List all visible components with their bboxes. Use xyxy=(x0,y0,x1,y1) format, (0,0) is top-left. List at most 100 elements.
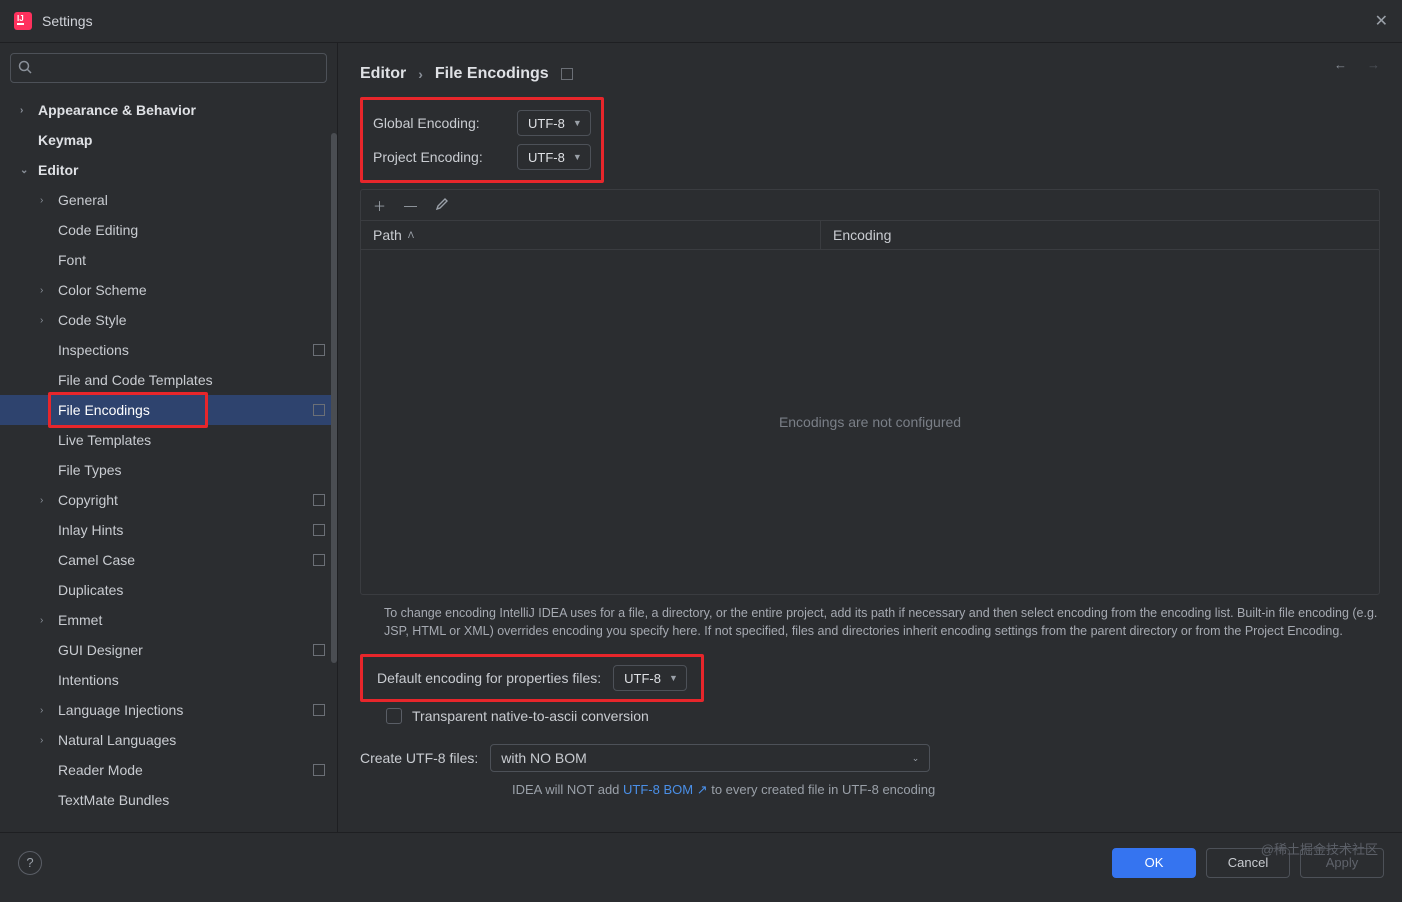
sidebar-item-editor[interactable]: ⌄Editor xyxy=(0,155,337,185)
chevron-down-icon: ▼ xyxy=(669,673,678,683)
sidebar-item-label: GUI Designer xyxy=(58,642,143,658)
create-utf8-dropdown[interactable]: with NO BOM ⌄ xyxy=(490,744,930,772)
global-encoding-value: UTF-8 xyxy=(528,116,565,131)
chevron-icon: › xyxy=(40,705,58,716)
create-utf8-label: Create UTF-8 files: xyxy=(360,750,478,766)
back-icon[interactable]: ← xyxy=(1334,57,1347,72)
column-path[interactable]: Path ᐱ xyxy=(361,221,821,249)
scope-marker-icon xyxy=(561,68,573,80)
sidebar-item-file-types[interactable]: File Types xyxy=(0,455,337,485)
chevron-icon: › xyxy=(40,285,58,296)
create-utf8-value: with NO BOM xyxy=(501,750,587,766)
scrollbar[interactable] xyxy=(331,133,337,663)
bom-hint-pre: IDEA will NOT add xyxy=(512,782,623,797)
sidebar-item-appearance-behavior[interactable]: ›Appearance & Behavior xyxy=(0,95,337,125)
sidebar-item-label: Appearance & Behavior xyxy=(38,102,196,118)
sidebar-item-reader-mode[interactable]: Reader Mode xyxy=(0,755,337,785)
sidebar-item-label: Camel Case xyxy=(58,552,135,568)
global-encoding-dropdown[interactable]: UTF-8 ▼ xyxy=(517,110,591,136)
sidebar-item-keymap[interactable]: Keymap xyxy=(0,125,337,155)
sidebar-item-file-and-code-templates[interactable]: File and Code Templates xyxy=(0,365,337,395)
chevron-icon: › xyxy=(20,105,38,116)
sidebar-item-label: Keymap xyxy=(38,132,92,148)
chevron-icon: ⌄ xyxy=(20,165,38,176)
sidebar-item-emmet[interactable]: ›Emmet xyxy=(0,605,337,635)
chevron-icon: › xyxy=(40,195,58,206)
sidebar-item-gui-designer[interactable]: GUI Designer xyxy=(0,635,337,665)
settings-tree: ›Appearance & BehaviorKeymap⌄Editor›Gene… xyxy=(0,91,337,832)
sidebar-item-label: Language Injections xyxy=(58,702,183,718)
ok-button[interactable]: OK xyxy=(1112,848,1196,878)
encoding-highlight-box: Global Encoding: UTF-8 ▼ Project Encodin… xyxy=(360,97,604,183)
sidebar-item-natural-languages[interactable]: ›Natural Languages xyxy=(0,725,337,755)
window-title: Settings xyxy=(42,13,93,29)
sort-asc-icon: ᐱ xyxy=(408,230,414,241)
close-icon[interactable]: ✕ xyxy=(1375,11,1388,31)
column-path-label: Path xyxy=(373,227,402,243)
search-icon xyxy=(17,59,33,78)
scope-marker-icon xyxy=(313,644,325,656)
sidebar-item-textmate-bundles[interactable]: TextMate Bundles xyxy=(0,785,337,815)
bom-link[interactable]: UTF-8 BOM ↗ xyxy=(623,782,708,797)
properties-encoding-label: Default encoding for properties files: xyxy=(377,670,601,686)
transparent-checkbox[interactable] xyxy=(386,708,402,724)
chevron-icon: › xyxy=(40,315,58,326)
encoding-table: ＋ — Path ᐱ Encoding Encodings are not co… xyxy=(360,189,1380,595)
project-encoding-value: UTF-8 xyxy=(528,150,565,165)
sidebar-item-label: Copyright xyxy=(58,492,118,508)
titlebar: IJ Settings ✕ xyxy=(0,0,1402,42)
scope-marker-icon xyxy=(313,404,325,416)
add-icon[interactable]: ＋ xyxy=(373,196,386,215)
sidebar-item-duplicates[interactable]: Duplicates xyxy=(0,575,337,605)
sidebar-item-inlay-hints[interactable]: Inlay Hints xyxy=(0,515,337,545)
sidebar-item-inspections[interactable]: Inspections xyxy=(0,335,337,365)
scope-marker-icon xyxy=(313,704,325,716)
sidebar-item-language-injections[interactable]: ›Language Injections xyxy=(0,695,337,725)
sidebar-item-file-encodings[interactable]: File Encodings xyxy=(0,395,337,425)
search-input[interactable] xyxy=(10,53,327,83)
sidebar-item-font[interactable]: Font xyxy=(0,245,337,275)
properties-highlight-box: Default encoding for properties files: U… xyxy=(360,654,704,702)
sidebar-item-code-editing[interactable]: Code Editing xyxy=(0,215,337,245)
chevron-icon: › xyxy=(40,495,58,506)
table-empty-text: Encodings are not configured xyxy=(361,250,1379,594)
sidebar-item-code-style[interactable]: ›Code Style xyxy=(0,305,337,335)
chevron-icon: › xyxy=(40,615,58,626)
scope-marker-icon xyxy=(313,554,325,566)
sidebar-item-label: General xyxy=(58,192,108,208)
breadcrumb: Editor › File Encodings xyxy=(360,57,1380,91)
transparent-label: Transparent native-to-ascii conversion xyxy=(412,708,649,724)
properties-encoding-dropdown[interactable]: UTF-8 ▼ xyxy=(613,665,687,691)
project-encoding-dropdown[interactable]: UTF-8 ▼ xyxy=(517,144,591,170)
remove-icon[interactable]: — xyxy=(404,198,417,213)
sidebar-item-label: Font xyxy=(58,252,86,268)
sidebar-item-live-templates[interactable]: Live Templates xyxy=(0,425,337,455)
chevron-icon: › xyxy=(40,735,58,746)
sidebar-item-label: Intentions xyxy=(58,672,119,688)
sidebar-item-label: File Encodings xyxy=(58,402,150,418)
breadcrumb-current: File Encodings xyxy=(435,65,549,83)
sidebar-item-general[interactable]: ›General xyxy=(0,185,337,215)
column-encoding[interactable]: Encoding xyxy=(821,227,891,243)
scope-marker-icon xyxy=(313,494,325,506)
help-icon[interactable]: ? xyxy=(18,851,42,875)
sidebar-item-label: Code Style xyxy=(58,312,126,328)
forward-icon: → xyxy=(1367,57,1380,72)
global-encoding-label: Global Encoding: xyxy=(373,115,505,131)
sidebar-item-label: Code Editing xyxy=(58,222,138,238)
app-icon: IJ xyxy=(14,12,32,30)
watermark: @稀土掘金技术社区 xyxy=(1261,839,1378,858)
sidebar-item-copyright[interactable]: ›Copyright xyxy=(0,485,337,515)
column-encoding-label: Encoding xyxy=(833,227,891,243)
footer: ? OK Cancel Apply xyxy=(0,832,1402,892)
sidebar-item-label: File Types xyxy=(58,462,122,478)
edit-icon[interactable] xyxy=(435,197,449,214)
help-text: To change encoding IntelliJ IDEA uses fo… xyxy=(360,595,1380,650)
sidebar-item-label: Duplicates xyxy=(58,582,123,598)
chevron-down-icon: ⌄ xyxy=(912,753,920,764)
breadcrumb-parent[interactable]: Editor xyxy=(360,65,406,83)
sidebar-item-intentions[interactable]: Intentions xyxy=(0,665,337,695)
sidebar-item-color-scheme[interactable]: ›Color Scheme xyxy=(0,275,337,305)
sidebar-item-camel-case[interactable]: Camel Case xyxy=(0,545,337,575)
sidebar-item-label: Natural Languages xyxy=(58,732,176,748)
